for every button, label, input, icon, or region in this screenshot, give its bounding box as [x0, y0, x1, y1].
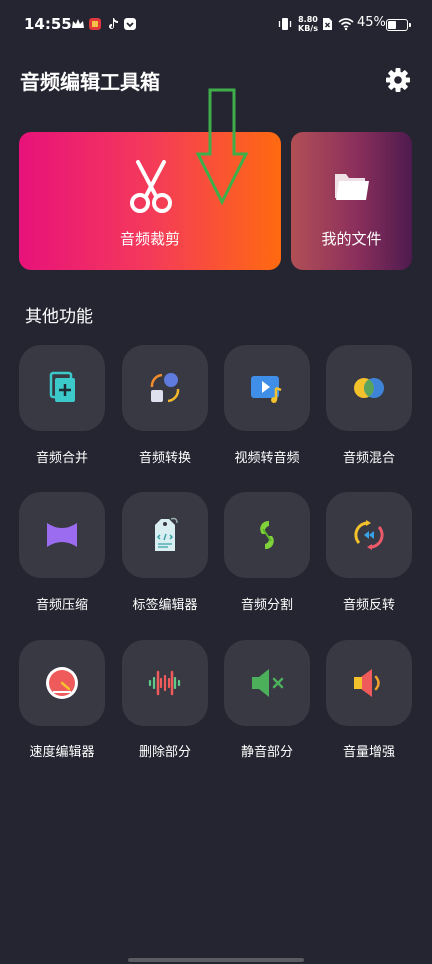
status-time: 14:55: [24, 15, 72, 33]
audio-reverse-tile[interactable]: [326, 492, 412, 578]
tool-label-audio-split: 音频分割: [240, 598, 293, 613]
volume-boost-tile[interactable]: [326, 640, 412, 726]
net-speed-unit: KB/s: [298, 24, 318, 33]
audio-merge-tile[interactable]: [19, 345, 105, 431]
video-to-audio-tile[interactable]: [224, 345, 310, 431]
tool-label-mute-part: 静音部分: [240, 745, 293, 760]
volume-boost-icon: [354, 669, 380, 697]
my-files-card[interactable]: 我的文件: [291, 132, 412, 270]
no-sim-icon: [323, 18, 332, 30]
crown-icon: [72, 19, 84, 28]
tool-label-audio-compress: 音频压缩: [35, 598, 88, 613]
app-notification-icon: [89, 18, 101, 30]
speedometer-icon: [46, 667, 78, 699]
delete-part-tile[interactable]: [122, 640, 208, 726]
reverse-icon: [354, 520, 384, 550]
speed-editor-tile[interactable]: [19, 640, 105, 726]
vibrate-icon: [278, 18, 292, 30]
tool-label-audio-reverse: 音频反转: [342, 598, 395, 613]
mix-icon: [354, 378, 384, 398]
home-indicator[interactable]: [128, 958, 304, 962]
tool-label-speed-editor: 速度编辑器: [29, 745, 95, 760]
tool-label-audio-merge: 音频合并: [35, 451, 88, 466]
video-to-audio-icon: [251, 376, 282, 403]
tool-label-volume-boost: 音量增强: [342, 745, 395, 760]
audio-cut-label: 音频裁剪: [119, 230, 180, 248]
tag-icon: [155, 517, 178, 551]
tag-editor-tile[interactable]: [122, 492, 208, 578]
tool-label-audio-convert: 音频转换: [138, 451, 191, 466]
battery-icon: [386, 19, 411, 31]
wifi-icon: [338, 18, 354, 31]
folder-icon: [335, 174, 369, 200]
audio-mix-tile[interactable]: [326, 345, 412, 431]
page-title: 音频编辑工具箱: [20, 70, 160, 94]
status-bar: 14:55 8.80 KB/s 45%: [0, 0, 432, 52]
mute-icon: [252, 669, 284, 697]
merge-icon: [49, 371, 75, 402]
audio-split-tile[interactable]: [224, 492, 310, 578]
compress-icon: [47, 523, 77, 547]
battery-percent: 45%: [357, 15, 386, 30]
audio-convert-tile[interactable]: [122, 345, 208, 431]
net-speed-value: 8.80: [298, 15, 318, 24]
mute-part-tile[interactable]: [224, 640, 310, 726]
convert-icon: [150, 373, 180, 403]
tool-label-tag-editor: 标签编辑器: [132, 598, 198, 613]
tool-label-audio-mix: 音频混合: [342, 451, 395, 466]
scissors-icon: [130, 160, 172, 213]
tool-label-video-to-audio: 视频转音频: [234, 451, 300, 466]
net-speed: 8.80 KB/s: [298, 15, 318, 33]
split-icon: [260, 520, 274, 550]
delete-part-icon: [148, 670, 181, 696]
down-arrow-annotation: [196, 88, 248, 206]
audio-compress-tile[interactable]: [19, 492, 105, 578]
tool-label-delete-part: 删除部分: [138, 745, 191, 760]
message-icon: [124, 18, 136, 30]
gear-icon[interactable]: [384, 66, 412, 94]
my-files-label: 我的文件: [321, 230, 382, 248]
tiktok-icon: [109, 18, 118, 29]
section-title-other-features: 其他功能: [25, 307, 93, 327]
